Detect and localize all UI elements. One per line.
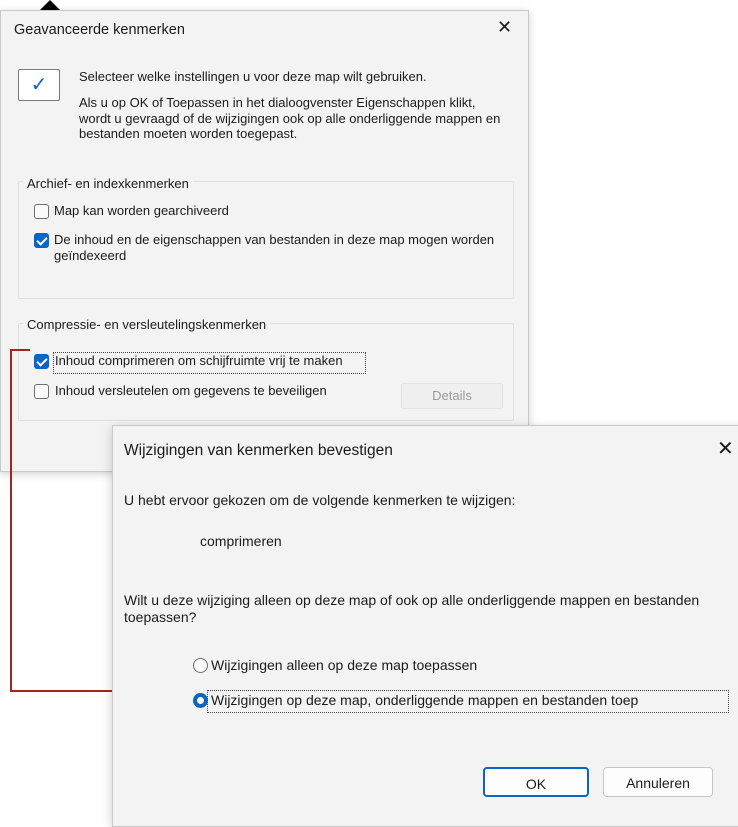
intro-text: Selecteer welke instellingen u voor deze… bbox=[79, 69, 427, 84]
details-button[interactable]: Details bbox=[401, 383, 503, 409]
intro-description: Als u op OK of Toepassen in het dialoogv… bbox=[79, 95, 501, 141]
compress-checkbox-label[interactable]: Inhoud comprimeren om schijfruimte vrij … bbox=[55, 353, 343, 369]
radio-this-folder-label[interactable]: Wijzigingen alleen op deze map toepassen bbox=[211, 657, 477, 673]
compress-group-label: Compressie- en versleutelingskenmerken bbox=[23, 317, 271, 332]
radio-all-subfolders-label[interactable]: Wijzigingen op deze map, onderliggende m… bbox=[211, 692, 638, 708]
cancel-button[interactable]: Annuleren bbox=[603, 767, 713, 797]
confirm-attribute-changes-dialog: Wijzigingen van kenmerken bevestigen ✕ U… bbox=[112, 425, 738, 827]
dialog-title: Wijzigingen van kenmerken bevestigen bbox=[124, 442, 393, 459]
index-checkbox[interactable] bbox=[34, 233, 49, 248]
encrypt-checkbox-label[interactable]: Inhoud versleutelen om gegevens te bevei… bbox=[55, 383, 327, 399]
ok-button[interactable]: OK bbox=[483, 767, 589, 797]
changes-intro-text: U hebt ervoor gekozen om de volgende ken… bbox=[124, 492, 516, 508]
changed-attribute: comprimeren bbox=[200, 533, 282, 549]
dialog-title: Geavanceerde kenmerken bbox=[14, 22, 185, 38]
close-icon[interactable]: ✕ bbox=[717, 436, 734, 461]
apply-question: Wilt u deze wijziging alleen op deze map… bbox=[124, 592, 700, 625]
connector-line-top bbox=[10, 349, 30, 351]
checkmark-icon: ✓ bbox=[18, 69, 60, 101]
archive-checkbox-label[interactable]: Map kan worden gearchiveerd bbox=[54, 203, 229, 219]
archive-checkbox[interactable] bbox=[34, 204, 49, 219]
radio-all-subfolders[interactable] bbox=[193, 693, 208, 708]
close-icon[interactable]: ✕ bbox=[497, 17, 512, 38]
advanced-attributes-dialog: Geavanceerde kenmerken ✕ ✓ Selecteer wel… bbox=[0, 10, 529, 472]
radio-this-folder[interactable] bbox=[193, 658, 208, 673]
connector-line bbox=[10, 349, 12, 692]
encrypt-checkbox[interactable] bbox=[34, 384, 49, 399]
compress-checkbox[interactable] bbox=[34, 354, 49, 369]
archive-group-label: Archief- en indexkenmerken bbox=[23, 176, 193, 191]
index-checkbox-label[interactable]: De inhoud en de eigenschappen van bestan… bbox=[54, 232, 504, 263]
